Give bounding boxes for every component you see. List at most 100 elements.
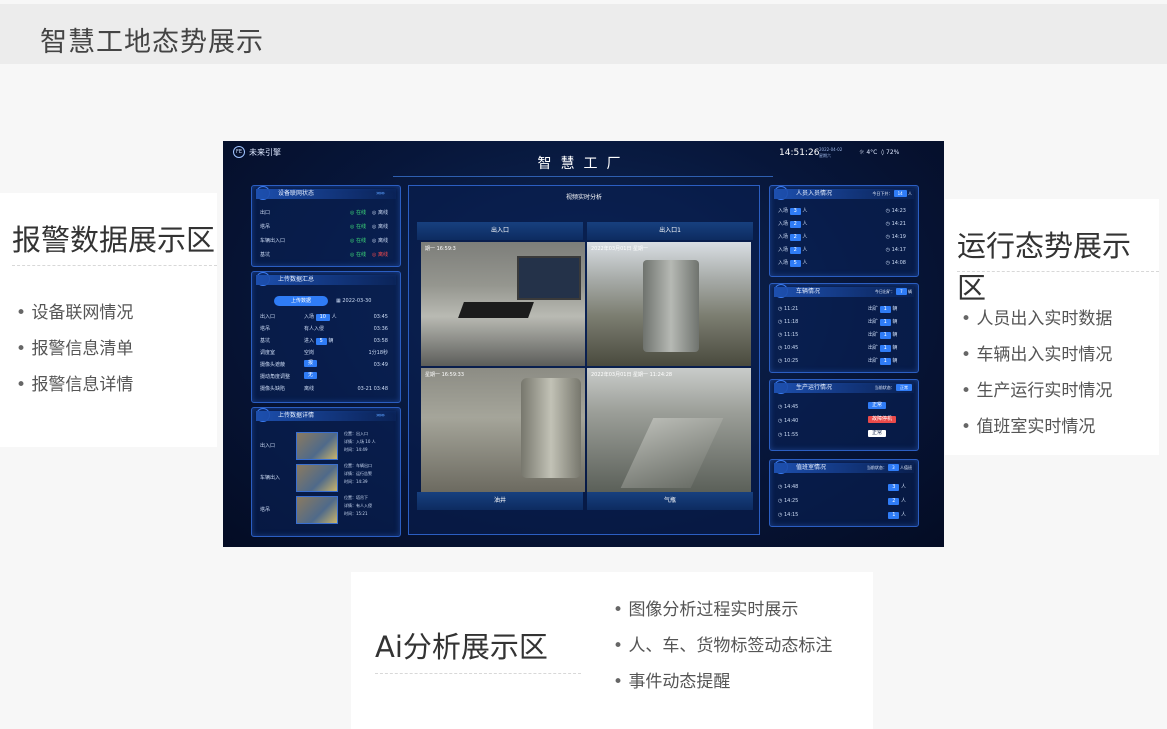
online-status: ◎ 在线 — [350, 210, 366, 216]
time-text: 14:25 — [783, 498, 799, 504]
duty-row: ◷ 14:48 3 人 — [778, 482, 906, 492]
offline-label: 离线 — [377, 252, 388, 258]
date-filter-value: 2022-03-30 — [342, 298, 372, 304]
operation-section-title: 运行态势展示区 — [957, 229, 1132, 305]
production-row: ◷ 14:40 故障停机 — [778, 416, 910, 426]
row-time: ◷ 14:23 — [885, 208, 906, 214]
panel-header: 上传数据汇总 — [256, 275, 396, 285]
row-detail: 1 人 — [888, 510, 906, 520]
camera-feed[interactable]: 星期一 16:59:33 — [421, 368, 585, 492]
list-item: 报警信息清单 — [16, 331, 133, 367]
count-badge: 2 — [789, 247, 801, 254]
detail-text: 离线 — [304, 386, 315, 392]
count-badge: 3 — [789, 208, 801, 215]
alarm-section-title: 报警数据展示区 — [12, 223, 216, 257]
upload-detail-panel: 上传数据详情 »»» 出入口 位置：出入口 详情：入场 10 人 时间：14:4… — [251, 407, 401, 537]
row-time: 03:58 — [373, 338, 388, 344]
today-label: 今日下井： — [872, 191, 893, 196]
tab-upload-data[interactable]: 上传数据 — [274, 296, 328, 306]
count-badge: 1 — [879, 319, 891, 326]
dashboard-clock: 14:51:26 — [779, 148, 820, 158]
ai-section-title: Ai分析展示区 — [375, 630, 548, 664]
status-badge: 正常 — [868, 430, 887, 437]
time-text: 14:19 — [891, 234, 906, 240]
alarm-feature-list: 设备联网情况 报警信息清单 报警信息详情 — [16, 295, 133, 403]
count-badge: 1 — [888, 512, 900, 519]
online-label: 在线 — [355, 210, 366, 216]
operation-feature-list: 人员出入实时数据 车辆出入实时情况 生产运行实时情况 值班室实时情况 — [961, 301, 1112, 445]
vehicle-panel: 车辆情况 今日出矿： 7 辆 ◷ 11:21 出矿 1 辆 ◷ 11:18 出矿 1… — [769, 283, 919, 373]
snapshot-thumbnail[interactable] — [296, 432, 338, 460]
alarm-section-card: 报警数据展示区 设备联网情况 报警信息清单 报警信息详情 — [0, 193, 217, 447]
offline-label: 离线 — [377, 224, 388, 230]
humidity-icon: ◊ — [879, 149, 885, 156]
panel-title: 值班室情况 — [796, 464, 827, 471]
info-line: 位置：车辆出口 — [344, 463, 372, 468]
personnel-row: 入场 3 人 ◷ 14:23 — [778, 206, 910, 216]
row-time: 03-21 03:48 — [357, 386, 388, 392]
humidity: 72% — [886, 149, 900, 156]
panel-title: 上传数据详情 — [278, 412, 315, 419]
row-label: 出矿 — [868, 319, 879, 325]
detail-text: 进入 — [304, 338, 315, 344]
online-label: 在线 — [355, 238, 366, 244]
summary-row: 摄像头缺陷 离线 03-21 03:48 — [260, 384, 392, 394]
row-label: 出矿 — [868, 306, 879, 312]
row-detail: 进入 5 辆 — [304, 336, 333, 346]
camera-feed[interactable]: 2022年03月01日 星期一 — [587, 242, 751, 366]
status-badge: 故障停机 — [868, 416, 897, 423]
panel-header: 值班室情况 当前状态： 3 人值班 — [774, 463, 914, 473]
row-label: 入场 — [778, 260, 789, 266]
personnel-panel: 人员入员情况 今日下井： 14 人 入场 3 人 ◷ 14:23 入场 2 人 ◷ … — [769, 185, 919, 277]
online-status: ◎ 在线 — [350, 224, 366, 230]
time-text: 14:40 — [783, 418, 799, 424]
time-text: 14:21 — [891, 221, 906, 227]
divider — [12, 265, 217, 266]
camera-feed[interactable]: 期一 16:59:3 — [421, 242, 585, 366]
list-item: 值班室实时情况 — [961, 409, 1112, 445]
time-text: 14:48 — [783, 484, 799, 490]
today-summary: 今日下井： 14 人 — [872, 189, 912, 199]
device-name: 出口 — [260, 210, 271, 216]
row-detail: 3 人 — [888, 482, 906, 492]
detail-text: 空岗 — [304, 350, 315, 356]
camera-feed[interactable]: 2022年03月01日 星期一 11:24:28 — [587, 368, 751, 492]
camera-label: 出入口 — [417, 222, 583, 240]
info-line: 详情：有人入侵 — [344, 503, 372, 508]
title-underline — [393, 171, 773, 177]
time-text: 14:15 — [783, 512, 799, 518]
date-filter[interactable]: ▦ 2022-03-30 — [336, 296, 371, 306]
snapshot-thumbnail[interactable] — [296, 464, 338, 492]
unit: 辆 — [892, 358, 898, 364]
list-item: 生产运行实时情况 — [961, 373, 1112, 409]
camera-label: 出入口1 — [587, 222, 753, 240]
row-detail: 出矿 1 辆 — [868, 317, 897, 327]
duty-room-panel: 值班室情况 当前状态： 3 人值班 ◷ 14:48 3 人 ◷ 14:25 2 人 … — [769, 459, 919, 527]
list-item: 人员出入实时数据 — [961, 301, 1112, 337]
unit: 人 — [802, 260, 808, 266]
list-item: 事件动态提醒 — [613, 664, 832, 700]
upload-summary-panel: 上传数据汇总 上传数据 ▦ 2022-03-30 出入口 入场 10 人 03:… — [251, 271, 401, 403]
dashboard-date: 2022-04-02 星期六 — [819, 147, 842, 159]
row-time: ◷ 14:08 — [885, 260, 906, 266]
detail-item-name: 出入口 — [260, 443, 276, 449]
time-text: 10:25 — [783, 358, 799, 364]
time-text: 10:45 — [783, 345, 799, 351]
row-label: 出矿 — [868, 345, 879, 351]
offline-status: ◎ 离线 — [372, 238, 388, 244]
row-detail: 出矿 1 辆 — [868, 330, 897, 340]
offline-status: ◎ 离线 — [372, 252, 388, 258]
panel-title: 设备联网状态 — [278, 190, 315, 197]
page-header: 智慧工地态势展示 — [0, 4, 1167, 64]
row-time: 1分18秒 — [368, 350, 388, 356]
vehicle-row: ◷ 11:21 出矿 1 辆 — [778, 306, 898, 313]
unit: 人 — [802, 247, 808, 253]
row-name: 调度室 — [260, 350, 276, 356]
list-item: 车辆出入实时情况 — [961, 337, 1112, 373]
offline-label: 离线 — [377, 210, 388, 216]
online-label: 在线 — [355, 224, 366, 230]
snapshot-thumbnail[interactable] — [296, 496, 338, 524]
device-row: 出口 ◎ 在线 ◎ 离线 — [260, 208, 392, 218]
info-line: 详情：入场 10 人 — [344, 439, 376, 444]
row-time: ◷ 14:19 — [885, 234, 906, 240]
